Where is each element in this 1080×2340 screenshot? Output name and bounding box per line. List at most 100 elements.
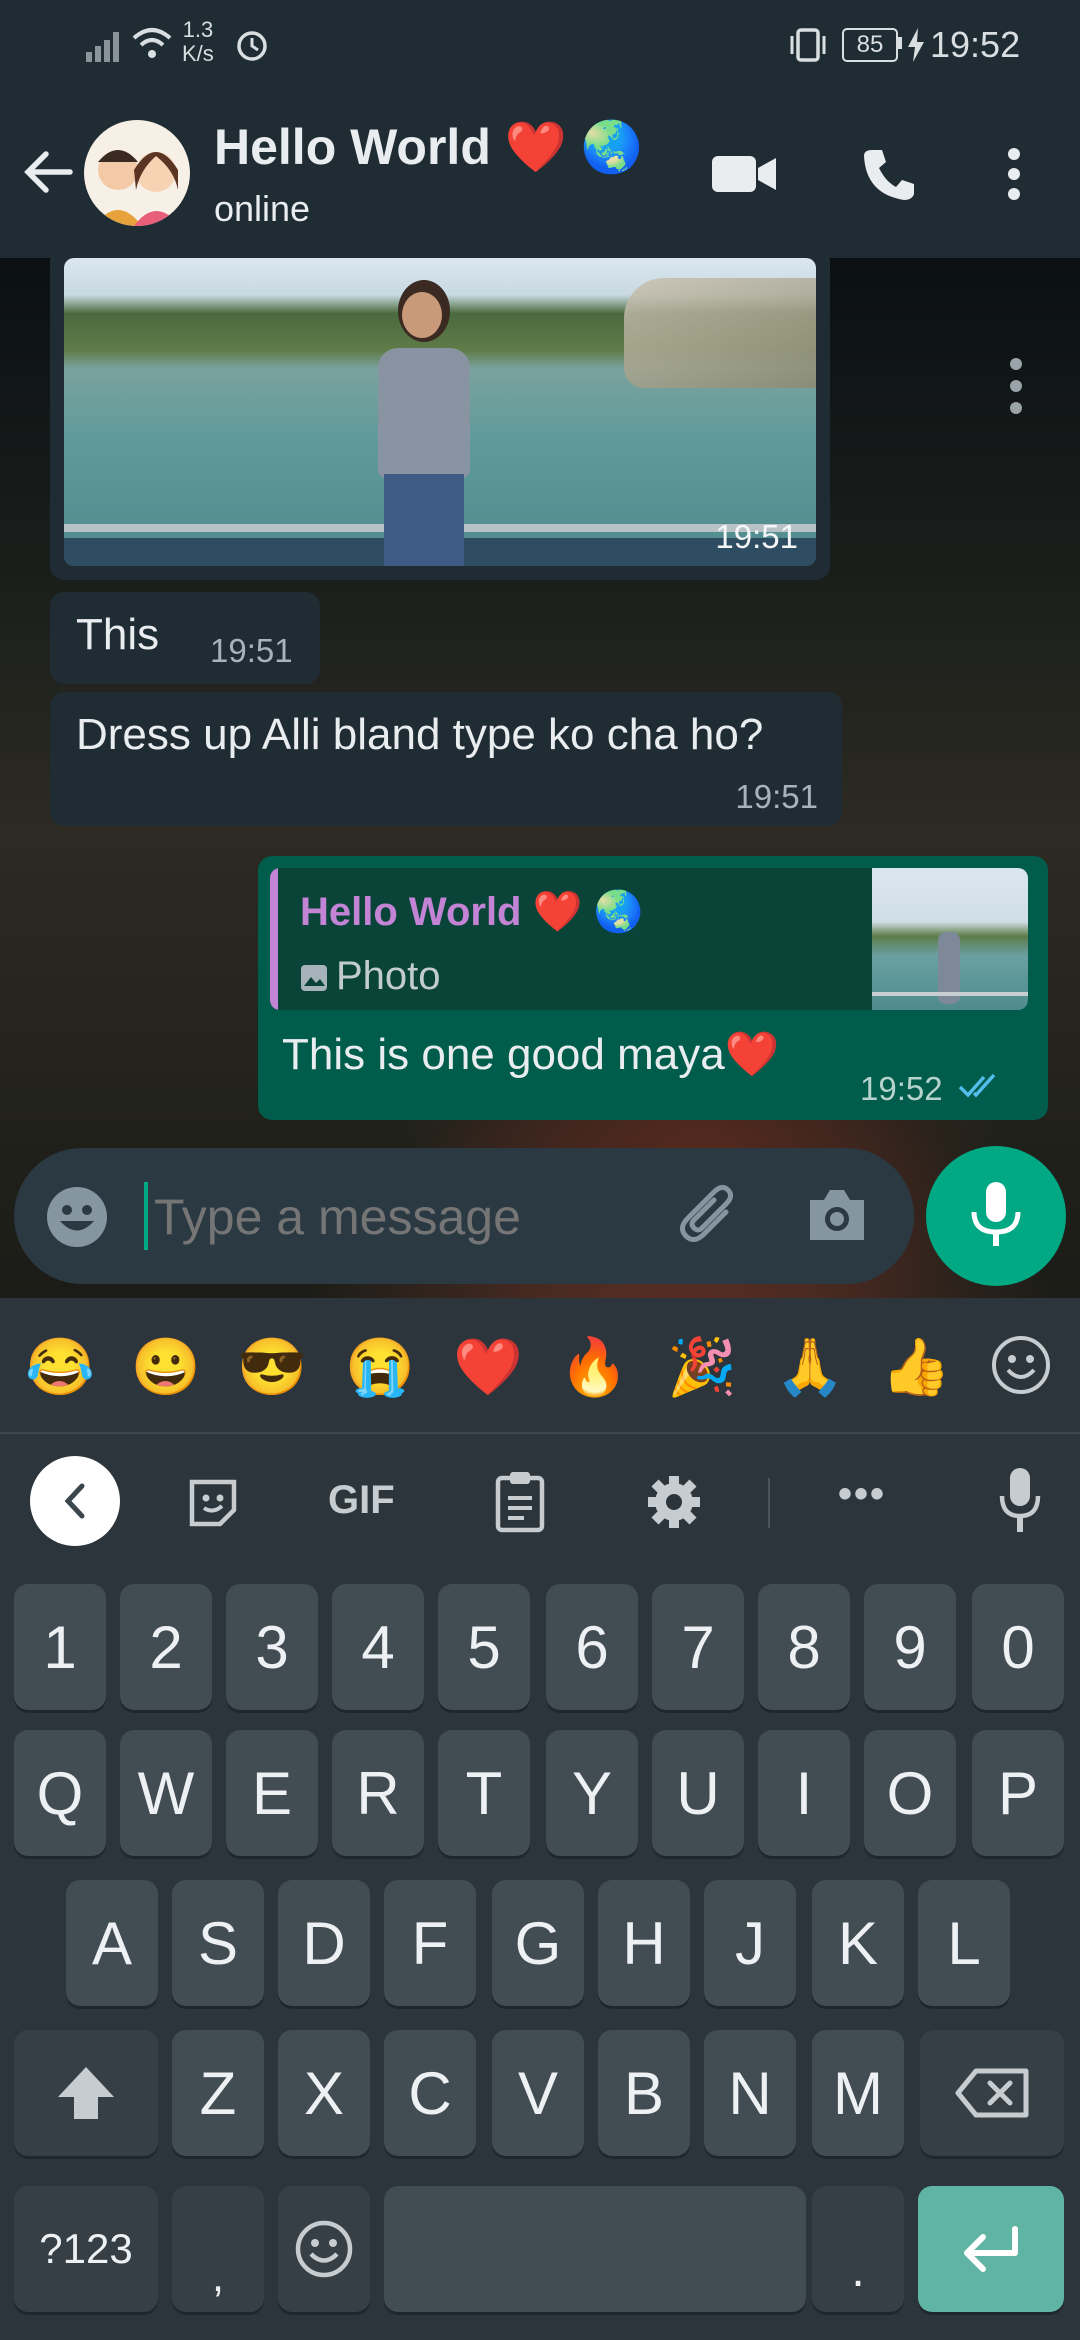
status-time: 19:52 [930,24,1021,65]
chat-header: Hello World ❤️ 🌏 online [0,90,1080,258]
image-message[interactable]: 19:51 [50,240,830,580]
contact-name[interactable]: Hello World ❤️ 🌏 [214,118,643,177]
key-s[interactable]: S [172,1880,264,2006]
wifi-icon [132,28,172,58]
voice-record-button[interactable] [926,1146,1066,1286]
period-key[interactable]: . [812,2186,904,2312]
alarm-icon [237,31,267,61]
key-3[interactable]: 3 [226,1584,318,1710]
network-speed: 1.3 K/s [182,18,214,66]
outgoing-reply-message[interactable]: Hello World ❤️ 🌏 Photo This is one good … [258,856,1048,1120]
emoji-suggestion[interactable]: 😭 [340,1334,420,1400]
key-k[interactable]: K [812,1880,904,2006]
message-text: This is one good maya❤️ [282,1030,780,1079]
key-8[interactable]: 8 [758,1584,850,1710]
key-c[interactable]: C [384,2030,476,2156]
backspace-icon [955,2068,1029,2118]
key-1[interactable]: 1 [14,1584,106,1710]
chevron-left-icon [64,1483,85,1519]
key-4[interactable]: 4 [332,1584,424,1710]
clipboard-icon[interactable] [494,1470,546,1534]
key-u[interactable]: U [652,1730,744,1856]
message-time: 19:51 [735,778,818,815]
message-time: 19:51 [210,632,293,669]
key-5[interactable]: 5 [438,1584,530,1710]
key-a[interactable]: A [66,1880,158,2006]
key-x[interactable]: X [278,2030,370,2156]
emoji-suggestion[interactable]: 😀 [126,1334,206,1400]
charging-icon [908,28,924,62]
key-6[interactable]: 6 [546,1584,638,1710]
voice-call-icon[interactable] [860,146,916,202]
emoji-icon[interactable] [46,1186,108,1248]
shift-key[interactable] [14,2030,158,2156]
key-f[interactable]: F [384,1880,476,2006]
attach-icon[interactable] [678,1184,744,1250]
backspace-key[interactable] [920,2030,1064,2156]
emoji-suggestion[interactable]: 😂 [20,1334,100,1400]
emoji-key[interactable] [278,2186,370,2312]
key-b[interactable]: B [598,2030,690,2156]
emoji-suggestion[interactable]: ❤️ [448,1334,528,1400]
key-h[interactable]: H [598,1880,690,2006]
more-tools-button[interactable]: ••• [838,1472,886,1517]
key-p[interactable]: P [972,1730,1064,1856]
emoji-suggestion[interactable]: 😎 [232,1334,312,1400]
key-e[interactable]: E [226,1730,318,1856]
gif-button[interactable]: GIF [328,1478,395,1523]
key-0[interactable]: 0 [972,1584,1064,1710]
contact-avatar[interactable] [84,120,190,226]
battery-indicator: 85 [842,28,898,62]
quoted-type: Photo [336,954,441,998]
key-j[interactable]: J [704,1880,796,2006]
enter-arrow-icon [964,2226,1018,2272]
comma-key[interactable]: , [172,2186,264,2312]
emoji-suggestion[interactable]: 👍 [876,1334,956,1400]
key-7[interactable]: 7 [652,1584,744,1710]
key-v[interactable]: V [492,2030,584,2156]
quoted-message[interactable]: Hello World ❤️ 🌏 Photo [270,868,1028,1010]
enter-key[interactable] [918,2186,1064,2312]
camera-icon[interactable] [806,1186,868,1244]
key-w[interactable]: W [120,1730,212,1856]
key-n[interactable]: N [704,2030,796,2156]
key-q[interactable]: Q [14,1730,106,1856]
emoji-suggestion[interactable]: 🔥 [554,1334,634,1400]
settings-gear-icon[interactable] [646,1474,702,1530]
incoming-message[interactable]: This 19:51 [50,592,320,684]
keyboard-toolbar: GIF ••• [0,1434,1080,1574]
incoming-message[interactable]: Dress up Alli bland type ko cha ho? 19:5… [50,692,842,826]
emoji-suggestion[interactable]: 🙏 [770,1334,850,1400]
message-time: 19:52 [860,1070,943,1107]
symbols-key[interactable]: ?123 [14,2186,158,2312]
video-call-icon[interactable] [712,152,776,196]
emoji-suggestion[interactable]: 🎉 [662,1334,742,1400]
microphone-icon [971,1182,1021,1246]
key-g[interactable]: G [492,1880,584,2006]
voice-input-icon[interactable] [996,1466,1044,1536]
key-d[interactable]: D [278,1880,370,2006]
key-t[interactable]: T [438,1730,530,1856]
collapse-toolbar-button[interactable] [30,1456,120,1546]
key-r[interactable]: R [332,1730,424,1856]
keyboard: 1 2 3 4 5 6 7 8 9 0 Q W E R T Y U I O P … [0,1574,1080,2340]
key-i[interactable]: I [758,1730,850,1856]
key-9[interactable]: 9 [864,1584,956,1710]
emoji-keyboard-icon[interactable] [990,1334,1052,1396]
vibrate-icon [790,28,826,62]
back-arrow-icon[interactable] [22,146,74,198]
message-input[interactable] [152,1178,676,1256]
key-l[interactable]: L [918,1880,1010,2006]
compose-bar [14,1148,914,1284]
key-o[interactable]: O [864,1730,956,1856]
photo-cliff [624,278,816,388]
more-options-icon[interactable] [1000,146,1028,202]
key-y[interactable]: Y [546,1730,638,1856]
space-bar[interactable] [384,2186,806,2312]
key-2[interactable]: 2 [120,1584,212,1710]
sticker-icon[interactable] [186,1476,240,1530]
key-z[interactable]: Z [172,2030,264,2156]
photo-thumbnail[interactable]: 19:51 [64,258,816,566]
key-m[interactable]: M [812,2030,904,2156]
text-cursor [144,1182,148,1250]
